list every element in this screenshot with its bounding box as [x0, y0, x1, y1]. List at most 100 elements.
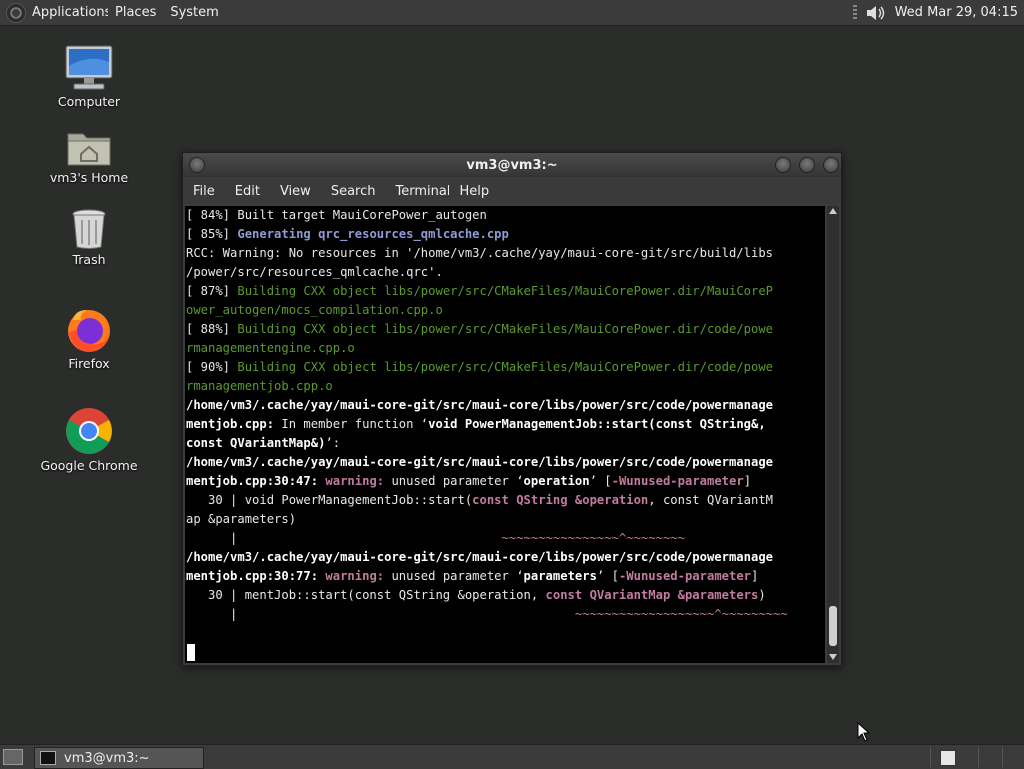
terminal-line: 30 | mentJob::start(const QString &opera…	[185, 586, 825, 605]
desktop-icon-chrome[interactable]: Google Chrome	[34, 406, 144, 473]
window-titlebar[interactable]: vm3@vm3:~	[183, 153, 841, 177]
terminal-text-segment: mentjob.cpp:30:77:	[186, 569, 319, 583]
close-button[interactable]	[823, 157, 839, 173]
terminal-icon	[40, 751, 56, 765]
terminal-text-segment: [ 88%]	[186, 322, 238, 336]
menu-terminal[interactable]: Terminal	[385, 184, 449, 199]
terminal-text-segment: mentjob.cpp:	[186, 417, 275, 431]
desktop-icon-firefox[interactable]: Firefox	[34, 306, 144, 371]
terminal-text-segment: ap &parameters)	[186, 512, 297, 526]
terminal-line: rmanagementengine.cpp.o	[185, 339, 825, 358]
terminal-line: | ~~~~~~~~~~~~~~~~^~~~~~~~~	[185, 529, 825, 548]
terminal-text-segment: unused parameter ‘	[384, 474, 524, 488]
terminal-line: mentjob.cpp:30:47: warning: unused param…	[185, 472, 825, 491]
terminal-text-segment: ’ [	[589, 474, 612, 488]
desktop-icon-label: vm3's Home	[49, 170, 129, 185]
window-menubar: File Edit View Search Terminal Help	[183, 178, 841, 204]
menu-file[interactable]: File	[183, 184, 225, 199]
volume-icon[interactable]	[865, 4, 887, 22]
terminal-text-segment: rmanagementengine.cpp.o	[186, 341, 355, 355]
computer-icon	[65, 45, 113, 90]
places-menu[interactable]: Places	[108, 5, 163, 20]
terminal-text-segment: |	[186, 531, 502, 545]
menu-search[interactable]: Search	[321, 184, 386, 199]
menu-help[interactable]: Help	[449, 184, 499, 199]
desktop-icon-trash[interactable]: Trash	[34, 208, 144, 267]
terminal-text-segment: -Wunused-parameter	[611, 474, 744, 488]
desktop-icon-label: Google Chrome	[40, 458, 138, 473]
terminal-text-segment: unused parameter ‘	[384, 569, 524, 583]
terminal-line: /home/vm3/.cache/yay/maui-core-git/src/m…	[185, 548, 825, 567]
chrome-icon	[66, 408, 112, 454]
terminal-line: ap &parameters)	[185, 510, 825, 529]
firefox-icon	[68, 310, 110, 352]
terminal-text-segment: /home/vm3/.cache/yay/maui-core-git/src/m…	[186, 398, 773, 412]
terminal-text-segment: In member function ‘	[274, 417, 429, 431]
terminal-text-segment: ~~~~~~~~~~~~~~~~^~~~~~~~~	[501, 531, 685, 545]
clock[interactable]: Wed Mar 29, 04:15	[895, 5, 1018, 20]
trash-icon	[72, 209, 106, 249]
terminal-text-segment: warning:	[325, 569, 385, 583]
terminal-text-segment: Building CXX object libs/power/src/CMake…	[237, 284, 774, 298]
terminal-text-segment: Building CXX object libs/power/src/CMake…	[237, 360, 774, 374]
workspace-separator	[1002, 747, 1003, 767]
terminal-text-segment: parameters	[523, 569, 597, 583]
terminal-text-segment: [ 85%]	[186, 227, 238, 241]
terminal-text-segment: Building CXX object libs/power/src/CMake…	[237, 322, 774, 336]
top-panel: Applications Places System Wed Mar 29, 0…	[0, 0, 1024, 26]
terminal-text-segment: [ 87%]	[186, 284, 238, 298]
terminal-text-segment: ]	[743, 474, 752, 488]
scroll-up-arrow-icon[interactable]	[829, 208, 837, 214]
scroll-thumb[interactable]	[829, 606, 837, 646]
desktop-icon-home[interactable]: vm3's Home	[34, 128, 144, 185]
terminal-text-segment: ’:	[325, 436, 341, 450]
terminal-text-segment: const QString &operation	[472, 493, 649, 507]
minimize-button[interactable]	[775, 157, 791, 173]
terminal-line: rmanagementjob.cpp.o	[185, 377, 825, 396]
workspace-separator	[978, 747, 979, 767]
desktop-icon-label: Computer	[57, 94, 121, 109]
terminal-line: ower_autogen/mocs_compilation.cpp.o	[185, 301, 825, 320]
desktop-icon-computer[interactable]: Computer	[34, 44, 144, 109]
scroll-down-arrow-icon[interactable]	[829, 654, 837, 660]
terminal-line: mentjob.cpp: In member function ‘void Po…	[185, 415, 825, 434]
mouse-pointer-icon	[857, 722, 871, 742]
terminal-text-segment: , const QVariantM	[648, 493, 774, 507]
terminal-line: /home/vm3/.cache/yay/maui-core-git/src/m…	[185, 453, 825, 472]
distro-logo-icon[interactable]	[6, 2, 26, 23]
terminal-text-segment: /home/vm3/.cache/yay/maui-core-git/src/m…	[186, 455, 773, 469]
terminal-line: mentjob.cpp:30:77: warning: unused param…	[185, 567, 825, 586]
terminal-text-segment: 30 | void PowerManagementJob::start(	[186, 493, 473, 507]
terminal-line: 30 | void PowerManagementJob::start(cons…	[185, 491, 825, 510]
workspace-separator	[930, 747, 931, 767]
terminal-window: vm3@vm3:~ File Edit View Search Terminal…	[182, 152, 842, 666]
workspace-1[interactable]	[940, 750, 956, 766]
terminal-text-segment: -Wunused-parameter	[618, 569, 752, 583]
terminal-scrollbar[interactable]	[827, 206, 839, 663]
terminal-line: [ 90%] Building CXX object libs/power/sr…	[185, 358, 825, 377]
applications-menu[interactable]: Applications	[30, 5, 108, 20]
terminal-line: [ 85%] Generating qrc_resources_qmlcache…	[185, 225, 825, 244]
terminal-text-segment: [ 84%] Built target MauiCorePower_autoge…	[186, 208, 487, 222]
home-folder-icon	[67, 133, 111, 166]
terminal-line: [ 87%] Building CXX object libs/power/sr…	[185, 282, 825, 301]
show-desktop-icon[interactable]	[3, 749, 23, 765]
terminal-output[interactable]: [ 84%] Built target MauiCorePower_autoge…	[185, 206, 825, 663]
taskbar-item-terminal[interactable]: vm3@vm3:~	[34, 747, 204, 769]
terminal-line: RCC: Warning: No resources in '/home/vm3…	[185, 244, 825, 263]
taskbar-item-label: vm3@vm3:~	[64, 750, 150, 766]
system-menu[interactable]: System	[163, 5, 225, 20]
menu-view[interactable]: View	[270, 184, 321, 199]
terminal-text-segment: /power/src/resources_qmlcache.qrc'.	[186, 265, 443, 279]
terminal-text-segment: ower_autogen/mocs_compilation.cpp.o	[186, 303, 443, 317]
menu-edit[interactable]: Edit	[225, 184, 270, 199]
terminal-text-segment: /home/vm3/.cache/yay/maui-core-git/src/m…	[186, 550, 773, 564]
terminal-line: /home/vm3/.cache/yay/maui-core-git/src/m…	[185, 396, 825, 415]
terminal-text-segment: ]	[751, 569, 759, 583]
terminal-text-segment: const QVariantMap &parameters	[545, 588, 759, 602]
terminal-text-segment: 30 | mentJob::start(const QString &opera…	[186, 588, 546, 602]
maximize-button[interactable]	[799, 157, 815, 173]
terminal-line: const QVariantMap&)’:	[185, 434, 825, 453]
window-menu-button[interactable]	[189, 157, 205, 173]
